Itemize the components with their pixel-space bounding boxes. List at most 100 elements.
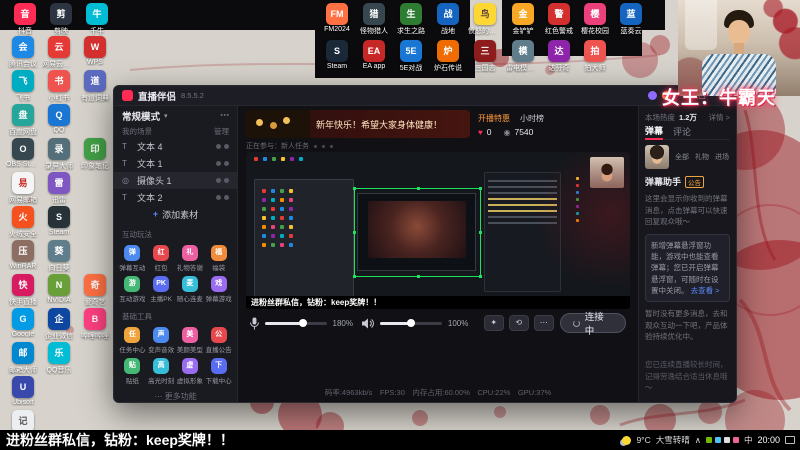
speaker-icon[interactable] xyxy=(362,318,375,329)
desktop-icon-iqiyi[interactable]: 奇爱奇艺 xyxy=(78,274,112,307)
filter-chip[interactable]: 进场 xyxy=(715,152,729,162)
desktop-icon-huorong[interactable]: 火火绒安全 xyxy=(6,206,40,239)
desktop-icon-nvidia[interactable]: N NVIDIA xyxy=(42,274,76,304)
desktop-icon-winrar[interactable]: 压 WinRAR xyxy=(6,240,40,270)
desktop-icon-fm24[interactable]: FM FM2024 xyxy=(320,3,354,33)
beauty-button[interactable]: ✦ xyxy=(483,315,504,331)
microphone-icon[interactable] xyxy=(250,317,259,330)
desktop-icon-qianniu[interactable]: 牛千牛 xyxy=(80,3,114,36)
speaker-slider[interactable] xyxy=(380,319,442,327)
lock-icon[interactable] xyxy=(224,194,229,200)
desktop-icon-5e[interactable]: 5E 5E对战 xyxy=(394,40,428,73)
detail-link[interactable]: 详情 > xyxy=(709,112,730,123)
network-tray-icon[interactable] xyxy=(714,437,721,443)
promo-banner[interactable]: 新年快乐！希望大家身体健康！ xyxy=(246,110,470,138)
desktop-icon-monster-hunter[interactable]: 猎怪物猎人 xyxy=(357,3,391,36)
desktop-icon-left4dead[interactable]: 生求生之路 xyxy=(394,3,428,36)
desktop-icon-xiaohongshu[interactable]: 书小红书 xyxy=(42,70,76,103)
desktop-icon-sangokushi[interactable]: 三三国志 xyxy=(468,40,502,73)
desktop-icon-steam[interactable]: S Steam xyxy=(42,206,76,236)
tool-task-center[interactable]: 任任务中心 xyxy=(118,327,147,354)
desktop-icon-davinci[interactable]: 达达芬奇 xyxy=(542,40,576,73)
tray-expand-icon[interactable]: ∧ xyxy=(695,435,701,446)
connect-button[interactable]: 连接中 xyxy=(559,312,626,337)
desktop-icon-angry-birds[interactable]: 鸟愤怒的小鸟 xyxy=(468,3,502,36)
weather-temp[interactable]: 9°C xyxy=(636,435,650,445)
add-source-button[interactable]: + 添加素材 xyxy=(114,206,237,223)
desktop-icon-bilibili[interactable]: B 哔哩哔哩 xyxy=(78,308,112,341)
eye-icon[interactable] xyxy=(216,143,221,149)
tool-beauty-tool[interactable]: 美美颜美型 xyxy=(176,327,205,354)
tool-link-mic[interactable]: 麦随心连麦 xyxy=(176,276,205,303)
tool-danmaku-game[interactable]: 戏弹幕游戏 xyxy=(204,276,233,303)
host-camera-thumb[interactable] xyxy=(645,145,669,169)
desktop-icon-qq[interactable]: Q QQ xyxy=(42,104,76,134)
eye-icon[interactable] xyxy=(216,194,221,200)
tool-gift-thanks[interactable]: 礼礼物答谢 xyxy=(176,245,205,272)
more-features-button[interactable]: ⋯ 更多功能 xyxy=(114,391,237,402)
desktop-icon-wecom[interactable]: 企企业微信 xyxy=(42,308,76,341)
mic-slider[interactable] xyxy=(264,319,327,327)
desktop-icon-jianying[interactable]: 剪剪映 xyxy=(44,3,78,36)
tool-lucky-bag[interactable]: 福福袋 xyxy=(204,245,233,272)
tool-virtual-avatar[interactable]: 虚虚拟形象 xyxy=(176,358,205,385)
scene-manage-link[interactable]: 管理 xyxy=(214,126,229,137)
tab-评论[interactable]: 评论 xyxy=(673,124,691,139)
desktop-icon-qq-music[interactable]: 乐 QQ音乐 xyxy=(42,342,76,375)
desktop-icon-recorder[interactable]: 录录屏大师 xyxy=(42,138,76,171)
filter-chip[interactable]: 礼物 xyxy=(695,152,709,162)
desktop-icon-tft[interactable]: 金金铲铲 xyxy=(506,3,540,36)
flip-button[interactable]: ⟲ xyxy=(508,315,529,331)
eye-icon[interactable] xyxy=(216,177,221,183)
live-preview[interactable]: 进粉丝群私信，钻粉：keep奖牌！！ xyxy=(246,152,630,309)
desktop-icon-youdao[interactable]: 道有道词典 xyxy=(78,70,112,103)
tool-sticker[interactable]: 贴贴纸 xyxy=(118,358,147,385)
promo-link[interactable]: 开播特惠 xyxy=(478,113,510,124)
desktop-icon-ubisoft[interactable]: U Ubisoft xyxy=(6,376,40,406)
tool-plugin[interactable]: 下下载中心 xyxy=(204,358,233,385)
desktop-icon-douyin[interactable]: 音抖音 xyxy=(8,3,42,36)
tab-弹幕[interactable]: 弹幕 xyxy=(645,123,664,140)
source-item[interactable]: T 文本 2 xyxy=(114,189,237,206)
desktop-icon-netease-mail[interactable]: 易网易邮箱 xyxy=(6,172,40,205)
desktop-icon-paishi[interactable]: 拍拍大师 xyxy=(578,40,612,73)
desktop-icon-obs[interactable]: O OBS Studio xyxy=(6,138,40,168)
desktop-icon-kuaishou[interactable]: 快快手直播 xyxy=(6,274,40,307)
tool-sound-effect[interactable]: 声变声音效 xyxy=(147,327,176,354)
desktop-icon-evernote[interactable]: 印印象笔记 xyxy=(78,138,112,171)
desktop-icon-ea[interactable]: EA EA app xyxy=(357,40,391,70)
source-item[interactable]: ◎ 摄像头 1 xyxy=(114,171,237,189)
lock-icon[interactable] xyxy=(224,160,229,166)
tool-pk[interactable]: PK 主播PK xyxy=(147,276,176,303)
desktop-icon-hearthstone[interactable]: 炉炉石传说 xyxy=(431,40,465,73)
source-item[interactable]: T 文本 4 xyxy=(114,138,237,155)
clock[interactable]: 20:00 xyxy=(757,435,780,445)
lock-icon[interactable] xyxy=(224,143,229,149)
weather-desc[interactable]: 大雪转晴 xyxy=(656,434,690,446)
desktop-icon-feishu[interactable]: 飞飞书 xyxy=(6,70,40,103)
tool-danmaku-play[interactable]: 弹弹幕互动 xyxy=(118,245,147,272)
source-selection-box[interactable] xyxy=(353,187,482,278)
desktop-icon-thunder[interactable]: 雷迅雷 xyxy=(42,172,76,205)
eye-icon[interactable] xyxy=(216,160,221,166)
filter-chip[interactable]: 全部 xyxy=(675,152,689,162)
desktop-icon-meeting[interactable]: 会腾讯会议 xyxy=(6,36,40,69)
security-tray-icon[interactable] xyxy=(732,437,739,443)
desktop-icon-google[interactable]: G Google xyxy=(6,308,40,338)
desktop-icon-emulator[interactable]: 模雷电模拟器 xyxy=(506,40,540,73)
lock-icon[interactable] xyxy=(224,177,229,183)
gpu-tray-icon[interactable] xyxy=(705,437,712,443)
activity-center-icon[interactable] xyxy=(648,91,657,100)
desktop-icon-battlefield[interactable]: 战战地 xyxy=(431,3,465,36)
notification-icon[interactable] xyxy=(785,436,795,444)
desktop-icon-red-alert[interactable]: 警红色警戒 xyxy=(542,3,576,36)
view-link[interactable]: 去查看 > xyxy=(691,286,720,295)
source-item[interactable]: T 文本 1 xyxy=(114,155,237,172)
more-button[interactable]: ⋯ xyxy=(533,315,554,331)
desktop-icon-wps[interactable]: W WPS xyxy=(78,36,112,66)
ime-indicator[interactable]: 中 xyxy=(744,434,753,446)
tool-red-packet[interactable]: 红红包 xyxy=(147,245,176,272)
hour-rank-link[interactable]: 小时榜 xyxy=(520,113,544,124)
desktop-icon-sakura[interactable]: 樱樱花校园 xyxy=(578,3,612,36)
desktop-icon-lanzou[interactable]: 蓝蓝奏云 xyxy=(614,3,648,36)
